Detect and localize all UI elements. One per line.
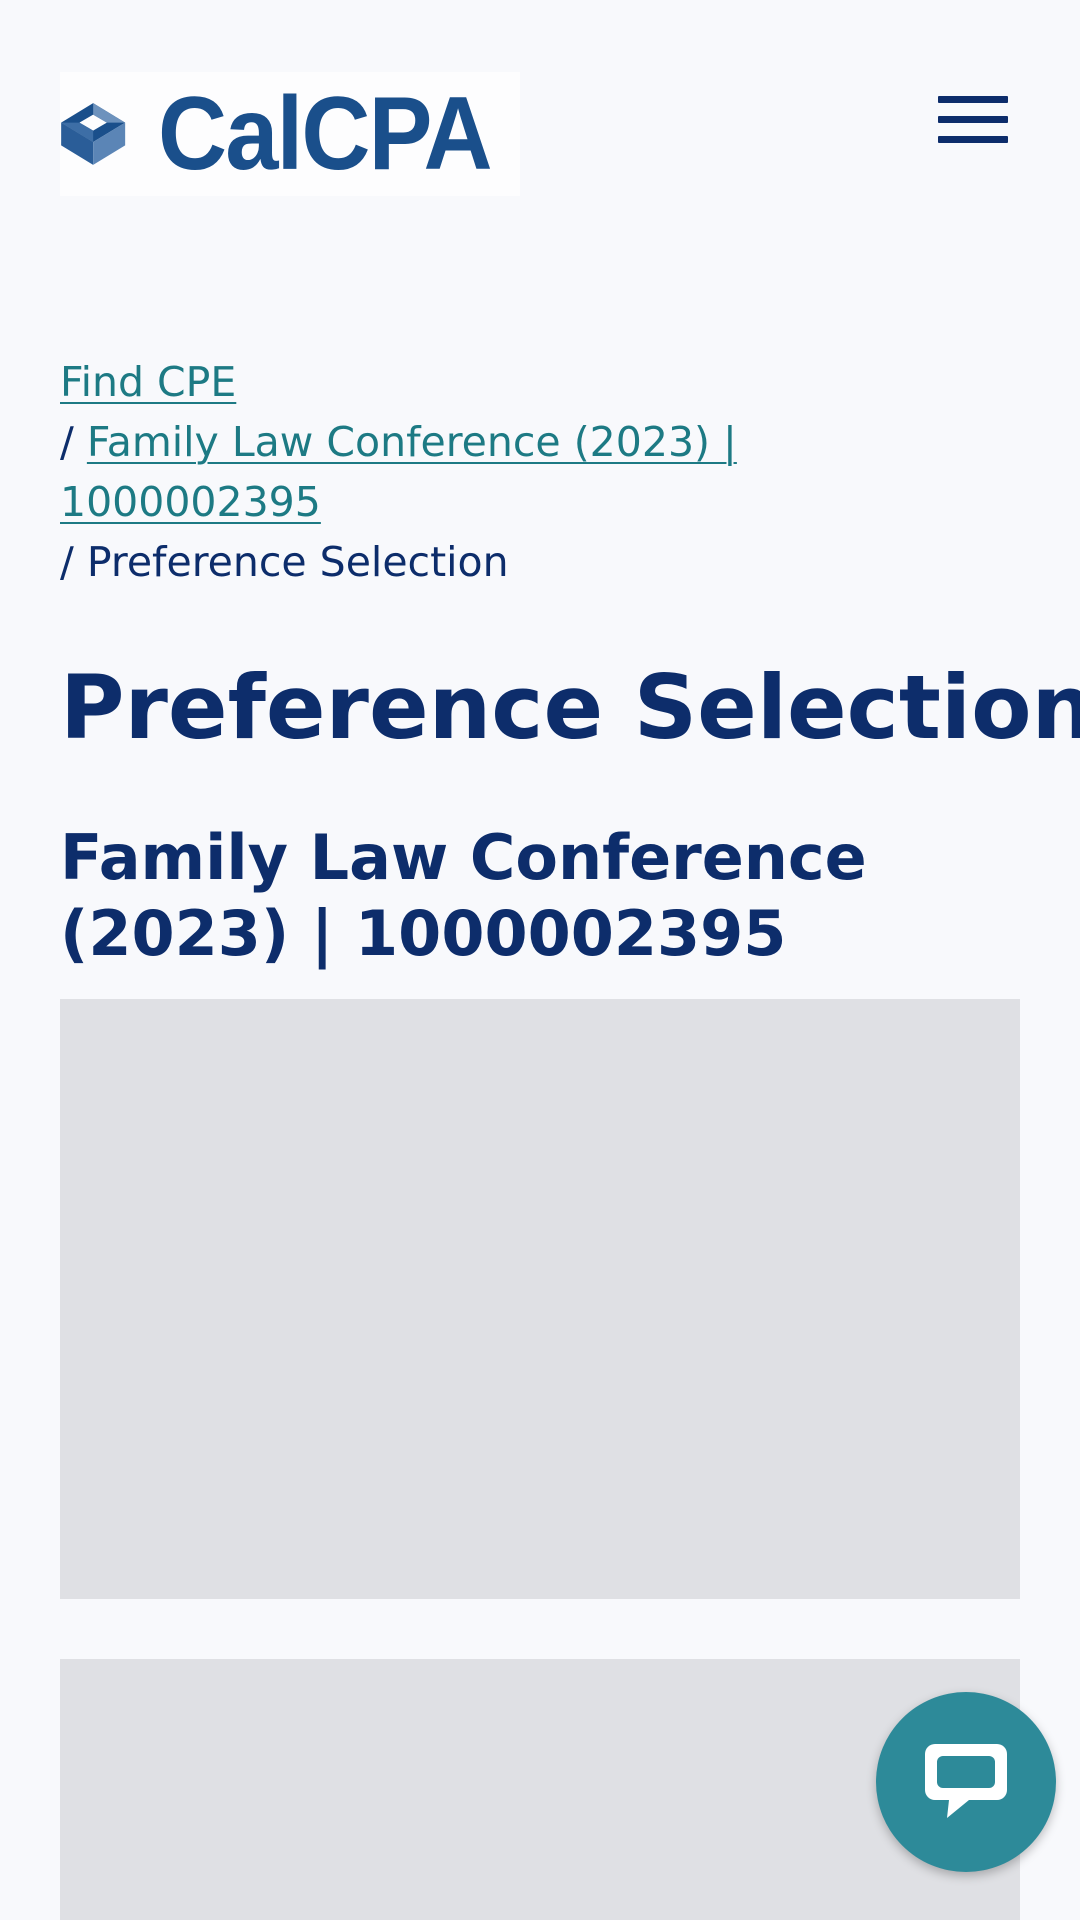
- hamburger-menu-icon-line: [938, 136, 1008, 143]
- event-title: Family Law Conference (2023) | 100000239…: [60, 821, 867, 970]
- calcpa-logo[interactable]: CalCPA: [60, 72, 520, 196]
- breadcrumb-link-find-cpe[interactable]: Find CPE: [60, 358, 236, 406]
- content-placeholder: [60, 999, 1020, 1599]
- hamburger-menu-icon: [938, 96, 1008, 103]
- breadcrumb-separator: /: [60, 538, 74, 586]
- breadcrumb-current: Preference Selection: [86, 538, 509, 586]
- chat-bubble-icon: [925, 1744, 1007, 1818]
- breadcrumb-link-event[interactable]: Family Law Conference (2023) | 100000239…: [60, 418, 737, 526]
- page: CalCPA Find CPE / Family Law Conference …: [0, 0, 1080, 1920]
- page-title: Preference Selection: [60, 656, 1080, 759]
- hamburger-menu-button[interactable]: [936, 92, 1012, 148]
- breadcrumb-row: / Preference Selection: [60, 532, 800, 592]
- breadcrumb: Find CPE / Family Law Conference (2023) …: [60, 352, 800, 592]
- logo-wordmark: CalCPA: [158, 76, 493, 192]
- breadcrumb-row: Find CPE: [60, 352, 800, 412]
- chat-button[interactable]: [876, 1692, 1056, 1872]
- hamburger-menu-icon-line: [938, 116, 1008, 123]
- breadcrumb-row: / Family Law Conference (2023) | 1000002…: [60, 412, 800, 532]
- breadcrumb-separator: /: [60, 418, 74, 466]
- site-header: CalCPA: [0, 0, 1080, 200]
- calcpa-cube-logo-icon: [61, 103, 126, 165]
